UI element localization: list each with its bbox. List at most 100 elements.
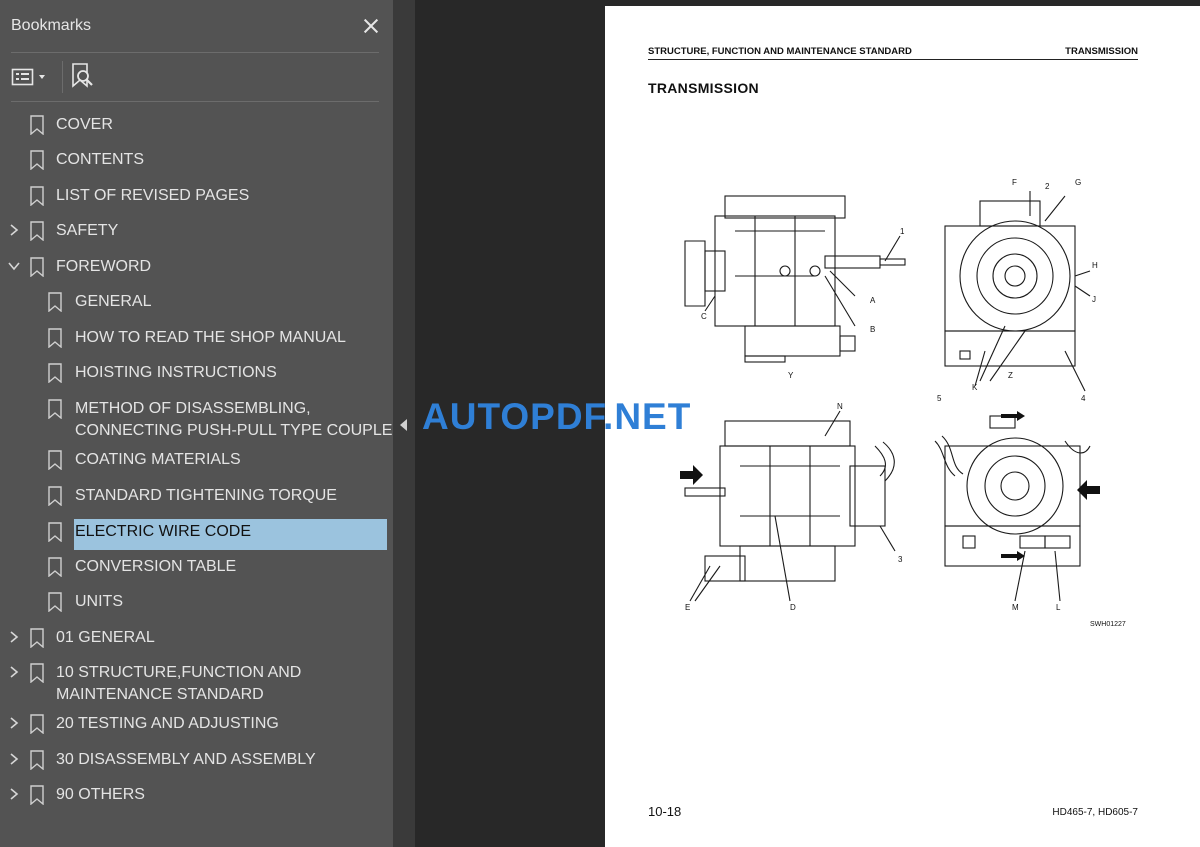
- bookmark-icon: [30, 628, 44, 648]
- find-current-bookmark-icon: [72, 63, 93, 88]
- view-y-drawing: [684, 195, 906, 363]
- chevron-down-icon[interactable]: [7, 259, 21, 273]
- figure-code: SWH01227: [1090, 621, 1126, 628]
- bookmark-label: 20 TESTING AND ADJUSTING: [56, 715, 279, 732]
- bookmark-label: 30 DISASSEMBLY AND ASSEMBLY: [56, 751, 316, 768]
- callout-label: F: [1012, 178, 1017, 187]
- model-label: HD465-7, HD605-7: [1052, 807, 1138, 818]
- bookmark-label: GENERAL: [75, 293, 152, 310]
- chevron-right-icon[interactable]: [7, 665, 21, 679]
- bookmark-icon: [48, 522, 62, 542]
- bookmark-item-foreword[interactable]: FOREWORD: [0, 249, 393, 285]
- bookmark-icon: [48, 450, 62, 470]
- bookmark-label: 10 STRUCTURE,FUNCTION AND: [56, 664, 302, 681]
- page-header-right: TRANSMISSION: [1065, 46, 1138, 57]
- bookmark-item-90-others[interactable]: 90 OTHERS: [0, 777, 393, 813]
- divider: [11, 101, 379, 102]
- page-header-left: STRUCTURE, FUNCTION AND MAINTENANCE STAN…: [648, 46, 912, 57]
- bookmark-icon: [30, 186, 44, 206]
- callout-label: B: [870, 325, 875, 334]
- bookmark-label: LIST OF REVISED PAGES: [56, 187, 250, 204]
- chevron-right-icon[interactable]: [7, 787, 21, 801]
- bookmark-label: COATING MATERIALS: [75, 451, 241, 468]
- page-number: 10-18: [648, 804, 682, 819]
- chevron-right-icon[interactable]: [7, 752, 21, 766]
- bookmark-label: HOW TO READ THE SHOP MANUAL: [75, 329, 346, 346]
- bookmark-label-line2: CONNECTING PUSH-PULL TYPE COUPLER: [75, 422, 404, 439]
- bookmark-item-how-to-read[interactable]: HOW TO READ THE SHOP MANUAL: [0, 320, 393, 356]
- chevron-right-icon[interactable]: [7, 716, 21, 730]
- bookmark-label: COVER: [56, 116, 113, 133]
- bookmark-icon: [48, 486, 62, 506]
- callout-label: Z: [1008, 371, 1013, 380]
- bookmark-icon: [30, 750, 44, 770]
- watermark-text: AUTOPDF.NET: [422, 396, 692, 437]
- bookmark-item-tightening-torque[interactable]: STANDARD TIGHTENING TORQUE: [0, 478, 393, 514]
- bookmark-item-contents[interactable]: CONTENTS: [0, 142, 393, 178]
- bookmarks-panel-header: Bookmarks: [0, 0, 393, 52]
- callout-label: G: [1075, 178, 1081, 187]
- bookmark-label: METHOD OF DISASSEMBLING,: [75, 400, 311, 417]
- collapse-panel-icon[interactable]: [400, 419, 407, 431]
- close-icon[interactable]: [361, 16, 381, 36]
- callout-label: 2: [1045, 182, 1050, 191]
- callout-label: 3: [898, 555, 903, 564]
- bookmarks-panel-title: Bookmarks: [11, 17, 92, 34]
- bookmark-label: CONTENTS: [56, 151, 144, 168]
- bookmark-icon: [30, 785, 44, 805]
- bookmark-item-general[interactable]: GENERAL: [0, 284, 393, 320]
- pdf-page: STRUCTURE, FUNCTION AND MAINTENANCE STAN…: [605, 6, 1200, 847]
- bookmark-icon: [30, 150, 44, 170]
- bookmarks-toolbar: [0, 53, 393, 101]
- callout-label: 1: [900, 227, 905, 236]
- bookmark-options-button[interactable]: [11, 65, 51, 89]
- bookmark-label: CONVERSION TABLE: [75, 558, 237, 575]
- bookmark-icon: [48, 399, 62, 419]
- toolbar-separator: [62, 61, 63, 93]
- bookmark-item-coating-materials[interactable]: COATING MATERIALS: [0, 442, 393, 478]
- bookmark-item-cover[interactable]: COVER: [0, 107, 393, 143]
- bookmark-options-icon: [11, 68, 45, 86]
- chevron-right-icon[interactable]: [7, 630, 21, 644]
- bookmark-icon: [30, 663, 44, 683]
- bookmark-icon: [48, 363, 62, 383]
- bookmark-item-conversion-table[interactable]: CONVERSION TABLE: [0, 549, 393, 585]
- find-current-bookmark-button[interactable]: [70, 62, 96, 92]
- callout-label: E: [685, 603, 690, 612]
- bookmark-icon: [30, 714, 44, 734]
- callout-label: K: [972, 383, 978, 392]
- bookmark-label: 90 OTHERS: [56, 786, 145, 803]
- bookmark-label: SAFETY: [56, 222, 119, 239]
- chevron-right-icon[interactable]: [7, 223, 21, 237]
- callout-label: N: [837, 402, 843, 411]
- view-bottom-left-drawing: [684, 410, 896, 602]
- bookmark-item-safety[interactable]: SAFETY: [0, 213, 393, 249]
- callout-label: M: [1012, 603, 1019, 612]
- bookmark-item-units[interactable]: UNITS: [0, 584, 393, 620]
- bookmark-icon: [48, 557, 62, 577]
- bookmark-label-line2: MAINTENANCE STANDARD: [56, 686, 264, 703]
- callout-label: C: [701, 312, 707, 321]
- view-z-drawing: [944, 191, 1091, 392]
- transmission-drawing: 1 2 3 4 5 A B C D E F G H J K L M N Y Z …: [680, 178, 1126, 628]
- bookmark-label: HOISTING INSTRUCTIONS: [75, 364, 277, 381]
- bookmarks-panel: Bookmarks COVER CONTENTS LIST OF REVISED…: [0, 0, 404, 847]
- bookmark-label: STANDARD TIGHTENING TORQUE: [75, 487, 337, 504]
- bookmark-icon: [30, 257, 44, 277]
- bookmark-item-20-testing[interactable]: 20 TESTING AND ADJUSTING: [0, 706, 393, 742]
- bookmark-label: ELECTRIC WIRE CODE: [75, 523, 252, 540]
- bookmark-icon: [30, 221, 44, 241]
- page-title: TRANSMISSION: [648, 80, 759, 96]
- bookmark-item-hoisting-instructions[interactable]: HOISTING INSTRUCTIONS: [0, 355, 393, 391]
- callout-label: L: [1056, 603, 1061, 612]
- bookmark-label: UNITS: [75, 593, 123, 610]
- callout-label: A: [870, 296, 876, 305]
- bookmark-item-01-general[interactable]: 01 GENERAL: [0, 620, 393, 656]
- bookmark-item-list-of-revised-pages[interactable]: LIST OF REVISED PAGES: [0, 178, 393, 214]
- bookmark-item-30-disassembly[interactable]: 30 DISASSEMBLY AND ASSEMBLY: [0, 742, 393, 778]
- bookmark-item-push-pull-coupler[interactable]: METHOD OF DISASSEMBLING, CONNECTING PUSH…: [0, 391, 404, 441]
- bookmark-icon: [48, 292, 62, 312]
- bookmark-label: 01 GENERAL: [56, 629, 155, 646]
- bookmark-item-10-structure[interactable]: 10 STRUCTURE,FUNCTION AND MAINTENANCE ST…: [0, 655, 393, 705]
- bookmark-icon: [48, 592, 62, 612]
